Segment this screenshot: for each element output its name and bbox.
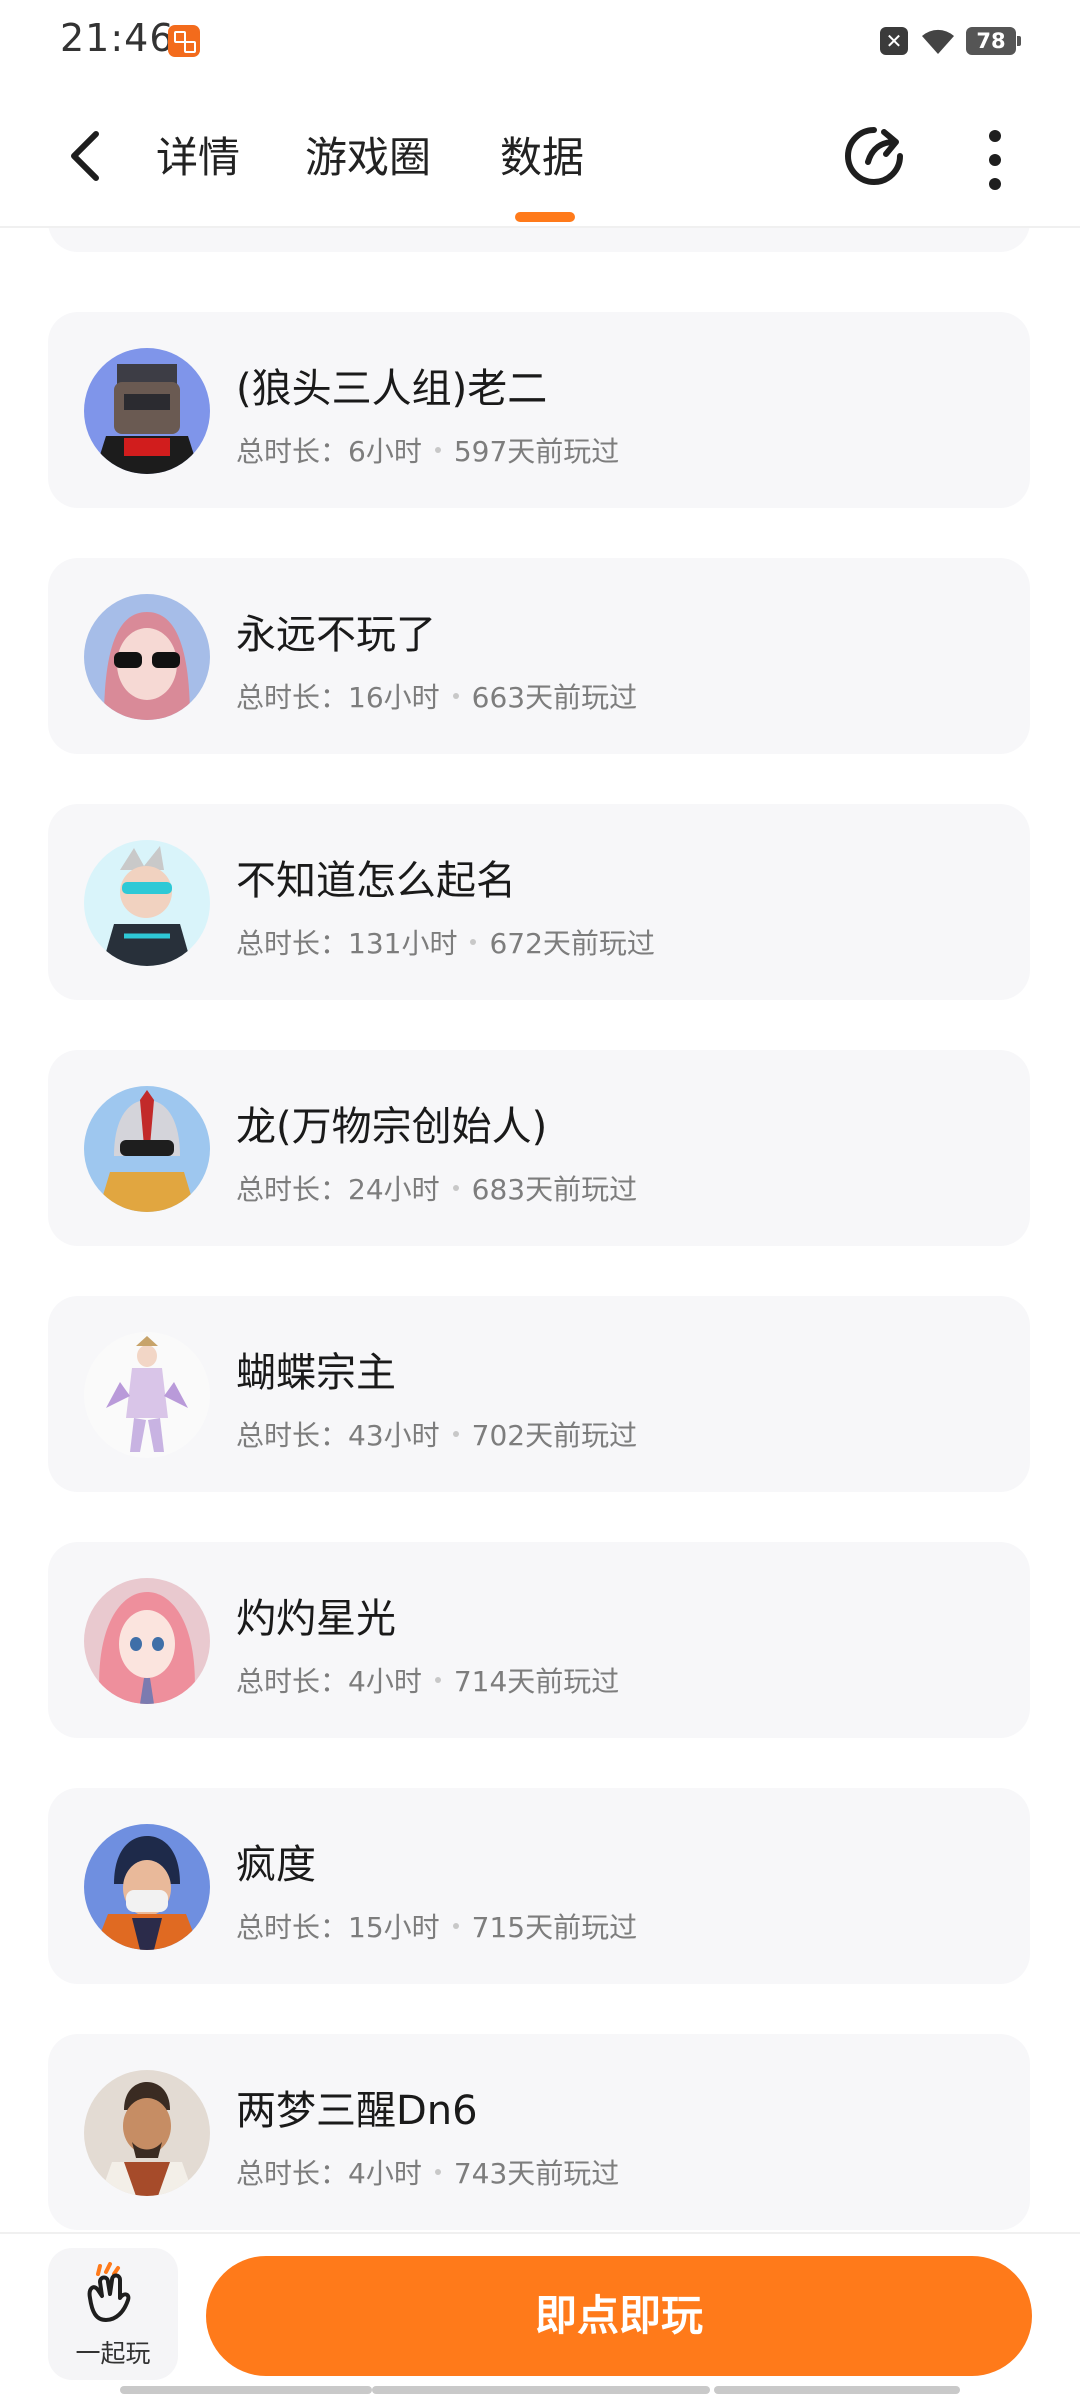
player-stats: 总时长：4小时 714天前玩过 <box>236 1660 619 1700</box>
player-stats: 总时长：4小时 743天前玩过 <box>236 2152 619 2192</box>
list-item[interactable]: 永远不玩了 总时长：16小时 663天前玩过 <box>48 558 1030 754</box>
play-duration: 24小时 <box>348 1173 440 1206</box>
tab-details[interactable]: 详情 <box>156 124 240 185</box>
list-item-partial[interactable] <box>48 228 1030 252</box>
instant-play-button[interactable]: 即点即玩 <box>206 2256 1032 2376</box>
back-arrow-icon[interactable] <box>58 120 118 192</box>
player-name: (狼头三人组)老二 <box>236 366 548 412</box>
player-name: 两梦三醒Dn6 <box>236 2088 478 2134</box>
player-name: 灼灼星光 <box>236 1596 396 1642</box>
list-item[interactable]: 蝴蝶宗主 总时长：43小时 702天前玩过 <box>48 1296 1030 1492</box>
player-stats: 总时长：15小时 715天前玩过 <box>236 1906 637 1946</box>
gesture-bar <box>372 2386 710 2394</box>
last-played: 714天前玩过 <box>453 1665 620 1698</box>
player-stats: 总时长：6小时 597天前玩过 <box>236 430 619 470</box>
avatar <box>84 348 210 474</box>
tab-data[interactable]: 数据 <box>500 124 584 185</box>
player-stats: 总时长：24小时 683天前玩过 <box>236 1168 637 1208</box>
separator-dot <box>452 1431 459 1437</box>
duration-label: 总时长： <box>236 1173 349 1206</box>
top-navigation: 详情 游戏圈 数据 <box>0 84 1080 228</box>
duration-label: 总时长： <box>236 435 349 468</box>
separator-dot <box>470 939 477 945</box>
player-list[interactable]: (狼头三人组)老二 总时长：6小时 597天前玩过 永远不玩了 总时长：16小时 6… <box>0 228 1080 2232</box>
player-name: 不知道怎么起名 <box>236 858 516 904</box>
play-duration: 15小时 <box>348 1911 440 1944</box>
separator-dot <box>452 1185 459 1191</box>
duration-label: 总时长： <box>236 1911 349 1944</box>
duration-label: 总时长： <box>236 1419 349 1452</box>
play-duration: 6小时 <box>348 435 422 468</box>
avatar <box>84 1086 210 1212</box>
duration-label: 总时长： <box>236 1665 349 1698</box>
list-item[interactable]: 疯度 总时长：15小时 715天前玩过 <box>48 1788 1030 1984</box>
notification-blocked-icon: ✕ <box>880 27 908 55</box>
duration-label: 总时长： <box>236 927 349 960</box>
avatar <box>84 1332 210 1458</box>
duration-label: 总时长： <box>236 2157 349 2190</box>
more-vertical-icon[interactable] <box>975 124 1015 196</box>
separator-dot <box>452 693 459 699</box>
status-time: 21:46 <box>60 16 175 60</box>
play-together-button[interactable]: 一起玩 <box>48 2248 178 2380</box>
player-stats: 总时长：16小时 663天前玩过 <box>236 676 637 716</box>
wifi-icon <box>922 29 954 54</box>
last-played: 672天前玩过 <box>489 927 655 960</box>
last-played: 715天前玩过 <box>471 1911 638 1944</box>
player-name: 疯度 <box>236 1842 316 1888</box>
player-name: 蝴蝶宗主 <box>236 1350 396 1396</box>
last-played: 597天前玩过 <box>453 435 620 468</box>
last-played: 683天前玩过 <box>471 1173 638 1206</box>
avatar <box>84 594 210 720</box>
list-item[interactable]: 灼灼星光 总时长：4小时 714天前玩过 <box>48 1542 1030 1738</box>
play-duration: 4小时 <box>348 2157 422 2190</box>
list-item[interactable]: 两梦三醒Dn6 总时长：4小时 743天前玩过 <box>48 2034 1030 2230</box>
status-bar: 21:46 ✕ 78 <box>0 0 1080 84</box>
last-played: 702天前玩过 <box>471 1419 638 1452</box>
gesture-bar <box>120 2386 372 2394</box>
player-name: 龙(万物宗创始人) <box>236 1104 548 1150</box>
player-name: 永远不玩了 <box>236 612 436 658</box>
avatar <box>84 840 210 966</box>
play-together-label: 一起玩 <box>75 2339 151 2368</box>
avatar <box>84 1824 210 1950</box>
battery-icon: 78 <box>966 27 1021 55</box>
share-icon[interactable] <box>838 120 910 192</box>
play-duration: 43小时 <box>348 1419 440 1452</box>
gesture-bar <box>714 2386 960 2394</box>
wave-hands-icon <box>87 2262 131 2322</box>
player-stats: 总时长：131小时 672天前玩过 <box>236 922 655 962</box>
play-duration: 16小时 <box>348 681 440 714</box>
play-duration: 4小时 <box>348 1665 422 1698</box>
bottom-action-bar: 一起玩 即点即玩 <box>0 2232 1080 2402</box>
separator-dot <box>434 1677 441 1683</box>
separator-dot <box>452 1923 459 1929</box>
list-item[interactable]: (狼头三人组)老二 总时长：6小时 597天前玩过 <box>48 312 1030 508</box>
player-stats: 总时长：43小时 702天前玩过 <box>236 1414 637 1454</box>
play-duration: 131小时 <box>348 927 458 960</box>
separator-dot <box>434 2169 441 2175</box>
list-item[interactable]: 龙(万物宗创始人) 总时长：24小时 683天前玩过 <box>48 1050 1030 1246</box>
avatar <box>84 1578 210 1704</box>
last-played: 663天前玩过 <box>471 681 638 714</box>
active-tab-indicator <box>515 212 575 222</box>
duration-label: 总时长： <box>236 681 349 714</box>
app-notification-icon <box>168 25 200 57</box>
last-played: 743天前玩过 <box>453 2157 620 2190</box>
separator-dot <box>434 447 441 453</box>
list-item[interactable]: 不知道怎么起名 总时长：131小时 672天前玩过 <box>48 804 1030 1000</box>
avatar <box>84 2070 210 2196</box>
tab-game-circle[interactable]: 游戏圈 <box>305 124 431 185</box>
